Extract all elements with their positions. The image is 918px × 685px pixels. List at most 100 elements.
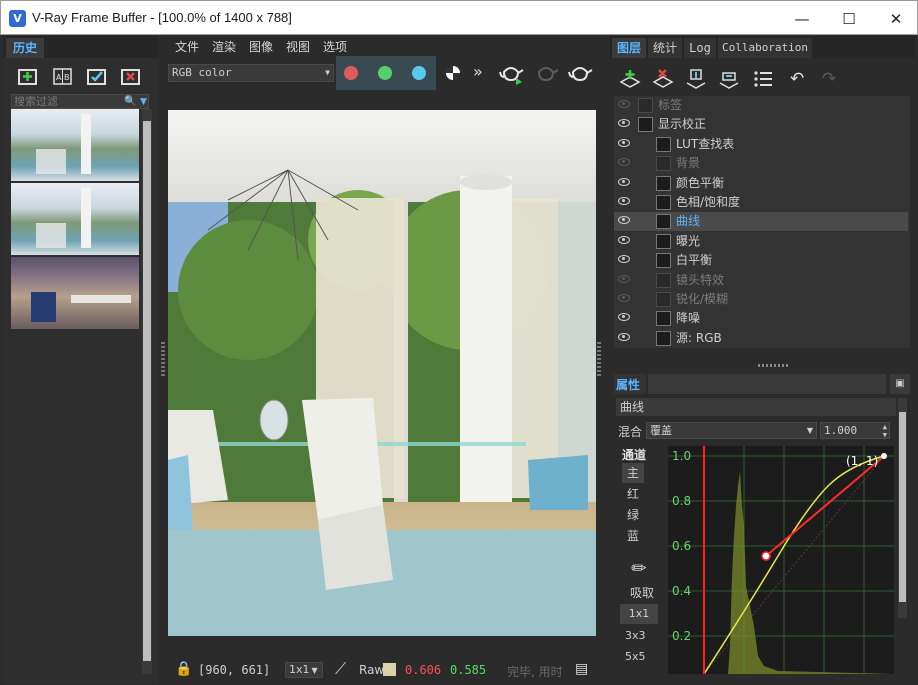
eye-icon[interactable]: [618, 216, 630, 225]
eye-icon[interactable]: [618, 332, 630, 341]
tab-stats[interactable]: 统计: [648, 38, 682, 58]
layer-row[interactable]: 标签: [614, 96, 908, 115]
menu-image[interactable]: 图像: [249, 38, 273, 55]
y-tick-1: 1.0: [672, 449, 692, 463]
eye-icon[interactable]: [618, 313, 630, 322]
chevron-down-icon: ▼: [311, 666, 318, 675]
layer-row[interactable]: 源: RGB: [614, 329, 908, 348]
properties-scrollbar[interactable]: [898, 398, 907, 618]
blue-channel-toggle[interactable]: [412, 66, 426, 80]
camera-icon[interactable]: ▣: [890, 374, 910, 394]
delete-layer-button[interactable]: [651, 67, 675, 91]
menu-view[interactable]: 视图: [286, 38, 310, 55]
title-bar: V V-Ray Frame Buffer - [100.0% of 1400 x…: [0, 0, 918, 35]
layer-row[interactable]: 背景: [614, 154, 908, 173]
load-history-button[interactable]: [85, 65, 109, 87]
history-thumbnail-2[interactable]: [11, 183, 139, 255]
layer-type-icon: [656, 253, 671, 269]
green-channel-toggle[interactable]: [378, 66, 392, 80]
eye-icon[interactable]: [618, 119, 630, 128]
load-layers-button[interactable]: [717, 67, 741, 91]
alpha-channel-toggle[interactable]: [446, 66, 460, 80]
redo-icon[interactable]: ↷: [822, 69, 836, 89]
history-thumbnail-1[interactable]: [11, 109, 139, 181]
layer-splitter-handle[interactable]: [758, 364, 790, 367]
sample-size-3x3[interactable]: 3x3: [625, 629, 646, 642]
save-layers-button[interactable]: [684, 67, 708, 91]
log-window-icon[interactable]: ▤: [575, 661, 588, 677]
filter-dropdown-icon[interactable]: ▼: [140, 95, 147, 109]
interactive-render-button[interactable]: [567, 60, 593, 86]
menu-file[interactable]: 文件: [175, 38, 199, 55]
layer-name-field[interactable]: 曲线: [616, 398, 896, 416]
minimize-button[interactable]: —: [787, 7, 817, 31]
eye-icon[interactable]: [618, 158, 630, 167]
maximize-button[interactable]: ☐: [834, 7, 864, 31]
layer-row[interactable]: 曲线: [614, 212, 908, 232]
eye-icon[interactable]: [618, 255, 630, 264]
save-history-button[interactable]: [16, 65, 40, 87]
opacity-spinner[interactable]: 1.000 ▲ ▼: [820, 422, 890, 439]
layer-type-icon: [656, 214, 671, 230]
tab-history[interactable]: 历史: [6, 38, 44, 58]
eye-icon[interactable]: [618, 274, 630, 283]
sample-size-5x5[interactable]: 5x5: [625, 650, 646, 663]
history-filter-field[interactable]: 搜索过滤 🔍 ▼: [11, 94, 149, 109]
more-chevron-icon[interactable]: »: [473, 62, 483, 81]
channel-master[interactable]: 主: [622, 463, 644, 483]
history-scrollbar[interactable]: [142, 109, 152, 674]
properties-scrollbar-thumb[interactable]: [899, 412, 906, 602]
menu-render[interactable]: 渲染: [212, 38, 236, 55]
channel-select[interactable]: RGB color ▼: [168, 64, 334, 82]
eyedropper-icon[interactable]: ✎: [627, 556, 653, 582]
layer-row[interactable]: 白平衡: [614, 251, 908, 270]
tab-collaboration[interactable]: Collaboration: [718, 38, 812, 58]
eye-icon[interactable]: [618, 197, 630, 205]
layer-row[interactable]: LUT查找表: [614, 135, 908, 154]
delete-history-button[interactable]: [119, 65, 143, 87]
layer-label: 曲线: [676, 214, 701, 229]
blend-mode-select[interactable]: 覆盖 ▼: [646, 422, 817, 439]
list-icon: [754, 71, 772, 87]
menu-options[interactable]: 选项: [323, 38, 347, 55]
undo-icon[interactable]: ↶: [790, 69, 804, 89]
ab-compare-button[interactable]: AB: [51, 65, 75, 87]
zoom-select[interactable]: 1x1 ▼: [285, 662, 323, 678]
layer-label: 降噪: [676, 311, 701, 326]
curve-tool-icon[interactable]: ⟋: [335, 659, 346, 679]
tab-log[interactable]: Log: [684, 38, 716, 58]
curve-editor[interactable]: 1.0 0.8 0.6 0.4 0.2 (1, 1): [668, 446, 894, 675]
sample-size-1x1[interactable]: 1x1: [620, 604, 658, 624]
right-splitter-handle[interactable]: [597, 342, 601, 378]
stop-render-button[interactable]: [533, 60, 559, 86]
layer-list-button[interactable]: [751, 67, 775, 91]
eye-icon[interactable]: [618, 138, 630, 147]
layer-row[interactable]: 锐化/模糊: [614, 290, 908, 309]
layer-row[interactable]: 曝光: [614, 232, 908, 251]
history-thumbnail-3[interactable]: [11, 257, 139, 329]
load-layers-icon: [719, 72, 739, 89]
render-teapot-button[interactable]: [498, 60, 524, 86]
layer-row[interactable]: 颜色平衡: [614, 174, 908, 193]
add-layer-button[interactable]: [618, 67, 642, 91]
history-scrollbar-thumb[interactable]: [143, 121, 151, 661]
lock-icon[interactable]: 🔒: [175, 661, 192, 677]
tab-layers[interactable]: 图层: [612, 38, 646, 58]
layer-row[interactable]: 色相/饱和度: [614, 193, 908, 212]
channel-green[interactable]: 绿: [627, 506, 639, 523]
delete-image-icon: [121, 69, 140, 85]
eye-icon[interactable]: [618, 177, 630, 186]
channel-blue[interactable]: 蓝: [627, 527, 639, 544]
pick-label[interactable]: 吸取: [630, 584, 654, 601]
layer-row[interactable]: 显示校正: [614, 115, 908, 134]
layer-row[interactable]: 降噪: [614, 309, 908, 328]
eye-icon[interactable]: [618, 235, 630, 244]
layer-row[interactable]: 镜头特效: [614, 271, 908, 290]
channel-red[interactable]: 红: [627, 485, 639, 502]
left-splitter-handle[interactable]: [161, 342, 165, 378]
close-button[interactable]: ✕: [881, 7, 911, 31]
render-viewport[interactable]: [168, 110, 596, 636]
eye-icon[interactable]: [618, 294, 630, 302]
eye-icon[interactable]: [618, 100, 630, 108]
red-channel-toggle[interactable]: [344, 66, 358, 80]
